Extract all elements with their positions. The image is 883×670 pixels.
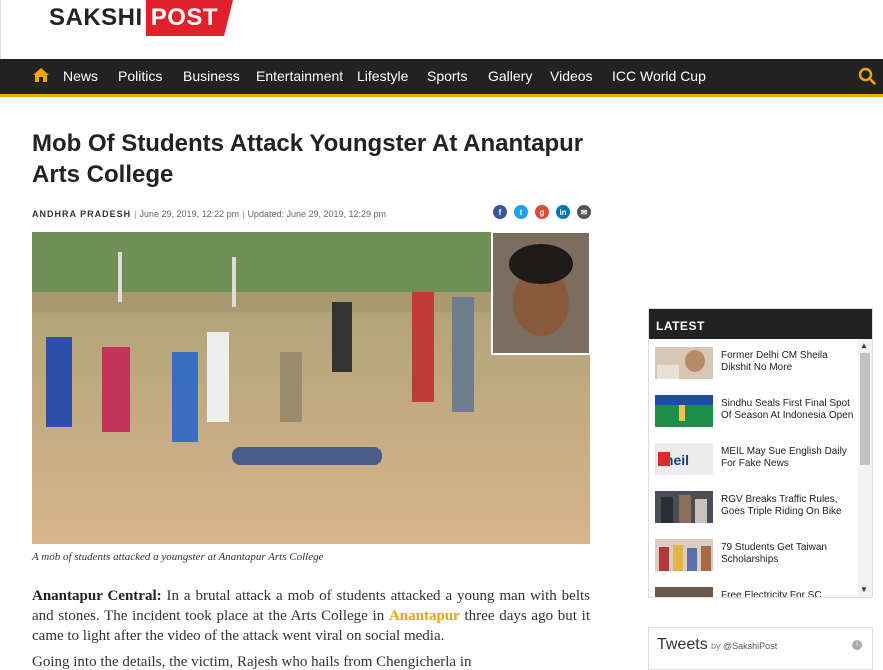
news-title[interactable]: Former Delhi CM Sheila Dikshit No More	[721, 350, 856, 374]
site-header: SAKSHI POST	[0, 0, 883, 59]
twitter-handle-link[interactable]: @SakshiPost	[723, 641, 777, 651]
article-photo	[32, 232, 590, 544]
news-title[interactable]: 79 Students Get Taiwan Scholarships	[721, 542, 856, 566]
email-icon[interactable]: ✉	[577, 205, 591, 219]
nav-item-business[interactable]: Business	[183, 68, 240, 84]
news-title[interactable]: MEIL May Sue English Daily For Fake News	[721, 446, 856, 470]
photo-caption: A mob of students attacked a youngster a…	[32, 551, 324, 563]
scroll-up-icon[interactable]: ▲	[860, 341, 868, 350]
article-category[interactable]: ANDHRA PRADESH	[32, 209, 131, 219]
scrollbar-thumb[interactable]	[860, 353, 870, 465]
nav-item-gallery[interactable]: Gallery	[488, 68, 532, 84]
latest-scrollbar[interactable]: ▲ ▼	[858, 339, 872, 597]
article-meta: ANDHRA PRADESH | June 29, 2019, 12:22 pm | U…	[32, 209, 387, 219]
anantapur-link[interactable]: Anantapur	[389, 608, 460, 624]
publish-date: June 29, 2019, 12:22 pm	[139, 209, 240, 219]
news-title[interactable]: RGV Breaks Traffic Rules, Goes Triple Ri…	[721, 494, 856, 518]
logo-part-1: SAKSHI	[49, 4, 143, 31]
site-logo[interactable]: SAKSHI POST	[46, 0, 234, 36]
nav-item-politics[interactable]: Politics	[118, 68, 162, 84]
news-thumbnail	[655, 587, 713, 597]
tweets-byline: by @SakshiPost	[711, 641, 778, 651]
latest-item[interactable]: Former Delhi CM Sheila Dikshit No More	[655, 347, 855, 379]
news-thumbnail	[655, 347, 713, 379]
article-paragraph-2: Going into the details, the victim, Raje…	[32, 654, 472, 670]
latest-item[interactable]: meil MEIL May Sue English Daily For Fake…	[655, 443, 855, 475]
nav-item-icc-world-cup[interactable]: ICC World Cup	[612, 68, 706, 84]
news-title[interactable]: Sindhu Seals First Final Spot Of Season …	[721, 398, 856, 422]
updated-date: Updated: June 29, 2019, 12:29 pm	[247, 209, 387, 219]
news-thumbnail: meil	[655, 443, 713, 475]
article-title: Mob Of Students Attack Youngster At Anan…	[32, 130, 584, 188]
twitter-icon[interactable]: t	[514, 205, 528, 219]
tweets-heading: Tweets	[657, 636, 708, 653]
latest-widget: LATEST Former Delhi CM Sheila Dikshit No…	[648, 308, 873, 598]
news-title[interactable]: Free Electricity For SC	[721, 590, 856, 597]
logo-part-2: POST	[145, 0, 234, 36]
latest-heading: LATEST	[649, 309, 872, 339]
nav-item-lifestyle[interactable]: Lifestyle	[357, 68, 408, 84]
article-paragraph-1: Anantapur Central: In a brutal attack a …	[32, 588, 591, 644]
dateline: Anantapur Central:	[32, 588, 162, 604]
home-icon[interactable]	[32, 67, 50, 83]
latest-item[interactable]: RGV Breaks Traffic Rules, Goes Triple Ri…	[655, 491, 855, 523]
info-icon[interactable]: i	[852, 640, 862, 650]
nav-item-news[interactable]: News	[63, 68, 98, 84]
search-icon[interactable]	[858, 67, 876, 85]
main-nav: News Politics Business Entertainment Lif…	[0, 59, 883, 97]
news-thumbnail	[655, 539, 713, 571]
nav-item-videos[interactable]: Videos	[550, 68, 593, 84]
latest-item[interactable]: 79 Students Get Taiwan Scholarships	[655, 539, 855, 571]
facebook-icon[interactable]: f	[493, 205, 507, 219]
news-thumbnail	[655, 395, 713, 427]
latest-item[interactable]: Free Electricity For SC	[655, 587, 856, 597]
tweets-widget: Tweets by @SakshiPost i	[648, 627, 873, 670]
scroll-down-icon[interactable]: ▼	[860, 585, 868, 594]
nav-item-entertainment[interactable]: Entertainment	[256, 68, 343, 84]
linkedin-icon[interactable]: in	[556, 205, 570, 219]
nav-item-sports[interactable]: Sports	[427, 68, 467, 84]
google-plus-icon[interactable]: g	[535, 205, 549, 219]
latest-item[interactable]: Sindhu Seals First Final Spot Of Season …	[655, 395, 855, 427]
news-thumbnail	[655, 491, 713, 523]
